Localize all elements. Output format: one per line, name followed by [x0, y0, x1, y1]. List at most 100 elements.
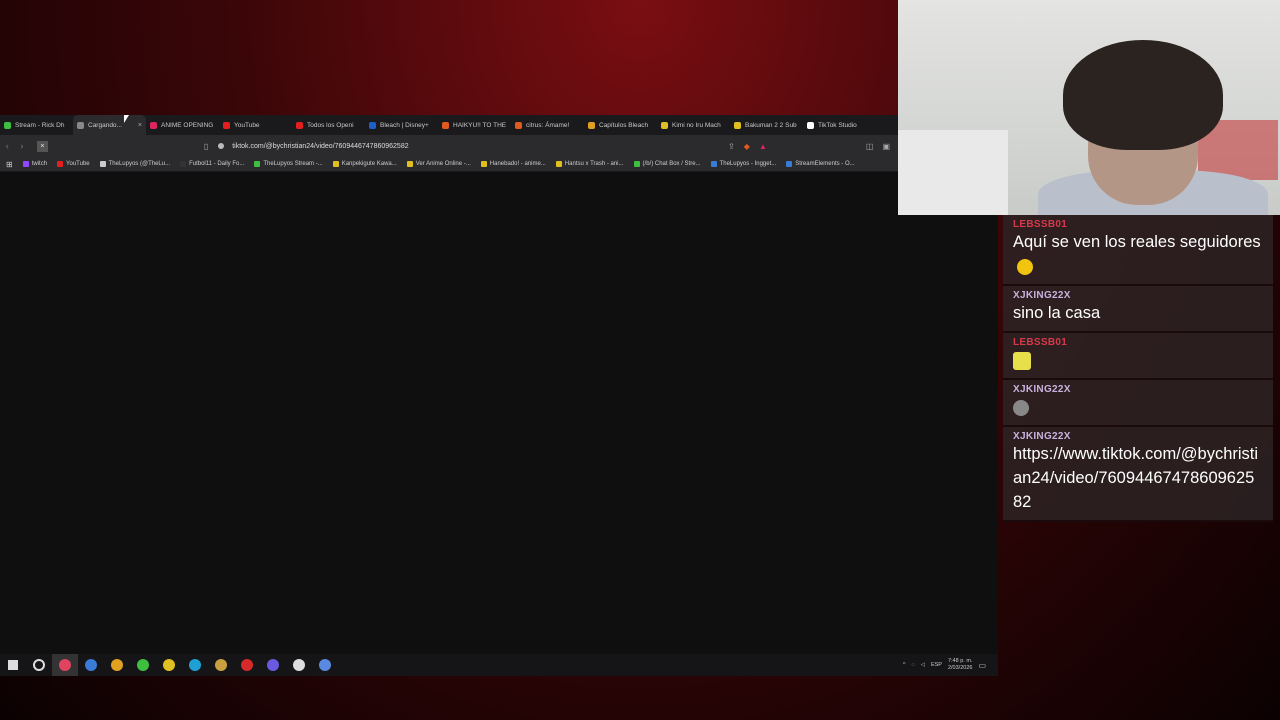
taskbar-app-icon[interactable]	[208, 654, 234, 676]
clock[interactable]: 7:48 p. m. 2/03/2026	[948, 658, 972, 672]
browser-tab[interactable]: Bakuman 2 2 Sub	[730, 115, 803, 135]
bookmark-label: Hantsu x Trash - ani...	[564, 161, 624, 167]
tray-chevron-icon[interactable]: ^	[903, 662, 906, 668]
chat-message: LEBSSB01	[1003, 333, 1273, 380]
volume-icon[interactable]: ◁	[921, 662, 925, 668]
tab-close-icon[interactable]: ×	[138, 122, 142, 129]
taskbar-app-icon[interactable]	[104, 654, 130, 676]
share-icon[interactable]: ⇪	[728, 142, 735, 151]
tab-label: Kimi no Iru Mach	[672, 121, 721, 129]
taskbar-app-icon[interactable]	[234, 654, 260, 676]
clock-date: 2/03/2026	[947, 665, 973, 671]
bookmark-item[interactable]: TheLupyos Stream -...	[254, 161, 323, 167]
chat-username: XJKING22X	[1013, 431, 1071, 442]
tab-favicon-icon	[661, 121, 668, 129]
taskbar-app-icon[interactable]	[286, 654, 312, 676]
apps-grid-icon[interactable]: ⊞	[6, 160, 13, 169]
url-text[interactable]: tiktok.com/@bychristian24/video/76094467…	[232, 143, 408, 150]
bookmark-favicon-icon	[786, 161, 793, 167]
browser-tab[interactable]: Todos los Openi	[292, 115, 365, 135]
brave-shield-icon[interactable]: ◆	[744, 142, 750, 151]
taskbar-app-icon[interactable]	[156, 654, 182, 676]
chat-message-text: sino la casa	[1013, 304, 1101, 322]
browser-tab-strip: Stream - Rick Dh Cargando... × ANIME OPENIN…	[0, 115, 898, 135]
bookmark-item[interactable]: YouTube	[57, 161, 90, 167]
browser-tab[interactable]: Stream - Rick Dh	[0, 115, 73, 135]
browser-tab[interactable]: ANIME OPENING	[146, 115, 219, 135]
bookmark-favicon-icon	[57, 161, 64, 167]
tab-favicon-icon	[588, 121, 595, 129]
taskbar-app-icon[interactable]	[260, 654, 286, 676]
chat-username: XJKING22X	[1013, 290, 1071, 301]
bookmark-label: Hanebado! - anime...	[489, 161, 546, 167]
bookmark-item[interactable]: Ver Anime Online -...	[406, 161, 471, 167]
bookmark-favicon-icon	[332, 161, 339, 167]
bookmark-icon[interactable]: ▯	[204, 142, 208, 151]
windows-start-icon[interactable]	[0, 654, 26, 676]
bookmark-favicon-icon	[99, 161, 106, 167]
system-tray: ^ ◌ ◁ ESP 7:48 p. m. 2/03/2026 ▭	[903, 658, 998, 672]
brave-rewards-icon[interactable]: ▲	[759, 142, 767, 151]
bookmark-item[interactable]: Hanebado! - anime...	[480, 161, 546, 167]
streamer-hair	[1063, 40, 1223, 150]
bookmark-label: Kanpekigute Kawa...	[341, 161, 397, 167]
forward-icon[interactable]: ›	[15, 141, 30, 151]
search-icon[interactable]	[26, 654, 52, 676]
browser-tab[interactable]: Cargando... ×	[73, 115, 146, 135]
notifications-icon[interactable]: ▭	[978, 661, 986, 670]
tab-favicon-icon	[150, 121, 157, 129]
bookmark-item[interactable]: StreamElements - O...	[786, 161, 855, 167]
tab-label: Cargando...	[88, 121, 122, 129]
tab-label: Capítulos Bleach	[599, 121, 649, 129]
bookmark-item[interactable]: TheLupyos - Ingget...	[710, 161, 776, 167]
language-indicator[interactable]: ESP	[931, 662, 942, 668]
emote-icon	[1013, 351, 1031, 370]
tab-favicon-icon	[77, 121, 84, 129]
address-bar[interactable]: ▯ tiktok.com/@bychristian24/video/760944…	[204, 138, 728, 154]
bookmark-favicon-icon	[180, 161, 187, 167]
browser-tab[interactable]: citrus: Ámame!	[511, 115, 584, 135]
tab-label: Stream - Rick Dh	[15, 121, 65, 129]
browser-tab[interactable]: YouTube	[219, 115, 292, 135]
chat-message-text: https://www.tiktok.com/@bychristian24/vi…	[1013, 445, 1259, 511]
tab-label: Bleach | Disney+	[380, 121, 429, 129]
network-icon[interactable]: ◌	[911, 662, 914, 668]
tab-label: Todos los Openi	[307, 121, 354, 129]
taskbar-app-icon[interactable]	[182, 654, 208, 676]
tab-label: citrus: Ámame!	[526, 121, 570, 129]
back-icon[interactable]: ‹	[0, 141, 15, 151]
chat-overlay: LEBSSB01 Aquí se ven los reales seguidore…	[1003, 215, 1273, 522]
bookmark-favicon-icon	[254, 161, 261, 167]
taskbar-app-icon[interactable]	[52, 654, 78, 676]
bookmark-item[interactable]: Kanpekigute Kawa...	[332, 161, 397, 167]
browser-toolbar: ‹ › × ▯ tiktok.com/@bychristian24/video/…	[0, 135, 898, 157]
browser-tab[interactable]: Bleach | Disney+	[365, 115, 438, 135]
mouse-cursor	[124, 115, 129, 123]
site-info-icon[interactable]	[218, 143, 225, 149]
chat-message: LEBSSB01 Aquí se ven los reales seguidore…	[1003, 215, 1273, 286]
taskbar-app-icon[interactable]	[312, 654, 338, 676]
chat-username: LEBSSB01	[1013, 219, 1068, 230]
browser-tab[interactable]: HAIKYU!! TO THE	[438, 115, 511, 135]
bookmark-item[interactable]: twitch	[22, 161, 47, 167]
chat-message-text	[1013, 395, 1263, 419]
bookmark-item[interactable]: Futbol11 - Daily Fo...	[180, 161, 244, 167]
bookmark-label: Ver Anime Online -...	[415, 161, 471, 167]
bookmark-item[interactable]: TheLupyos (@TheLu...	[99, 161, 170, 167]
bookmark-item[interactable]: Hantsu x Trash - ani...	[555, 161, 624, 167]
tab-label: TikTok Studio	[818, 121, 857, 129]
browser-tab[interactable]: Capítulos Bleach	[584, 115, 657, 135]
window-icon[interactable]: ▣	[882, 142, 890, 151]
extensions-icon[interactable]: ◫	[866, 142, 874, 151]
browser-tab[interactable]: TikTok Studio	[803, 115, 876, 135]
taskbar-app-icon[interactable]	[130, 654, 156, 676]
bookmark-favicon-icon	[480, 161, 487, 167]
browser-tab[interactable]: Kimi no Iru Mach	[657, 115, 730, 135]
chat-message: XJKING22X	[1003, 380, 1273, 427]
bookmark-item[interactable]: (/b/) Chat Box / Stre...	[633, 161, 701, 167]
tab-favicon-icon	[223, 121, 230, 129]
captured-desktop: Stream - Rick Dh Cargando... × ANIME OPENIN…	[0, 115, 998, 676]
taskbar-app-icon[interactable]	[78, 654, 104, 676]
stop-loading-icon[interactable]: ×	[37, 140, 48, 152]
page-content-loading	[0, 172, 998, 654]
